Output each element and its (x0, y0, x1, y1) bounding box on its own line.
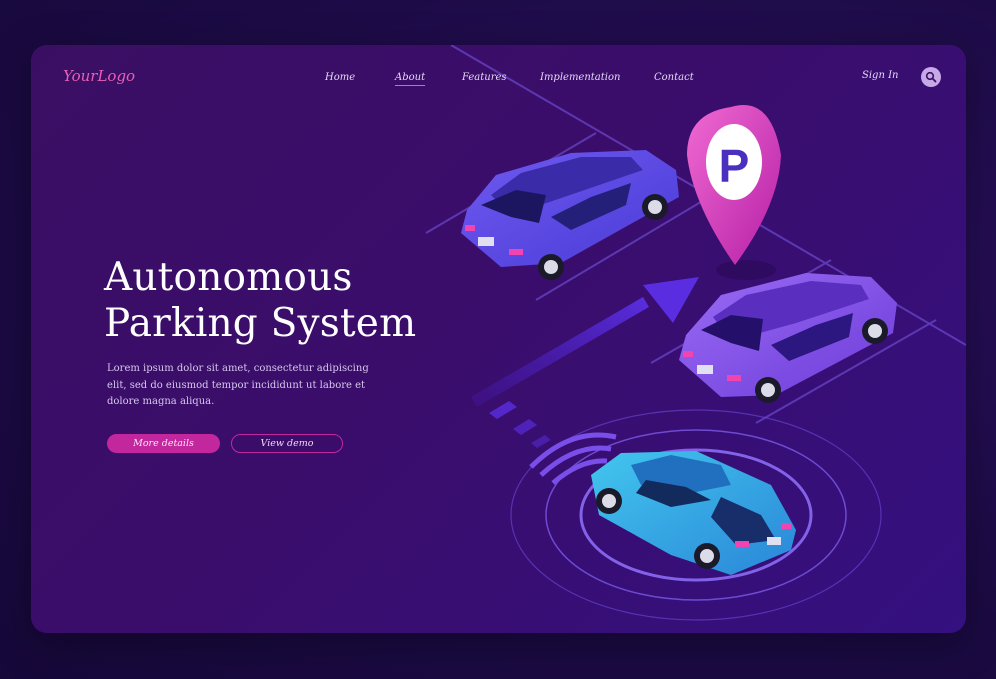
parked-car-blue (461, 150, 679, 280)
hero-title: Autonomous Parking System (104, 255, 416, 347)
landing-card: P YourLogo Home About Features Implement… (31, 45, 966, 633)
autonomous-car-cyan (591, 451, 796, 575)
hero-title-line-2: Parking System (104, 301, 417, 346)
brand-logo[interactable]: YourLogo (63, 67, 135, 85)
more-details-button[interactable]: More details (107, 434, 220, 453)
nav-contact[interactable]: Contact (654, 72, 694, 83)
sign-in-link[interactable]: Sign In (862, 70, 898, 81)
nav-implementation[interactable]: Implementation (540, 72, 620, 83)
parking-pin-icon: P (687, 105, 781, 280)
parked-car-purple (679, 273, 897, 403)
search-button[interactable] (921, 67, 941, 87)
hero-description: Lorem ipsum dolor sit amet, consectetur … (107, 363, 369, 407)
hero-title-line-1: Autonomous (104, 255, 353, 300)
nav-home[interactable]: Home (325, 72, 355, 83)
search-icon (925, 71, 937, 83)
nav-features[interactable]: Features (462, 72, 507, 83)
nav-about[interactable]: About (395, 72, 426, 86)
view-demo-button[interactable]: View demo (231, 434, 343, 453)
direction-arrow (471, 277, 699, 448)
parking-pin-letter: P (719, 140, 750, 192)
